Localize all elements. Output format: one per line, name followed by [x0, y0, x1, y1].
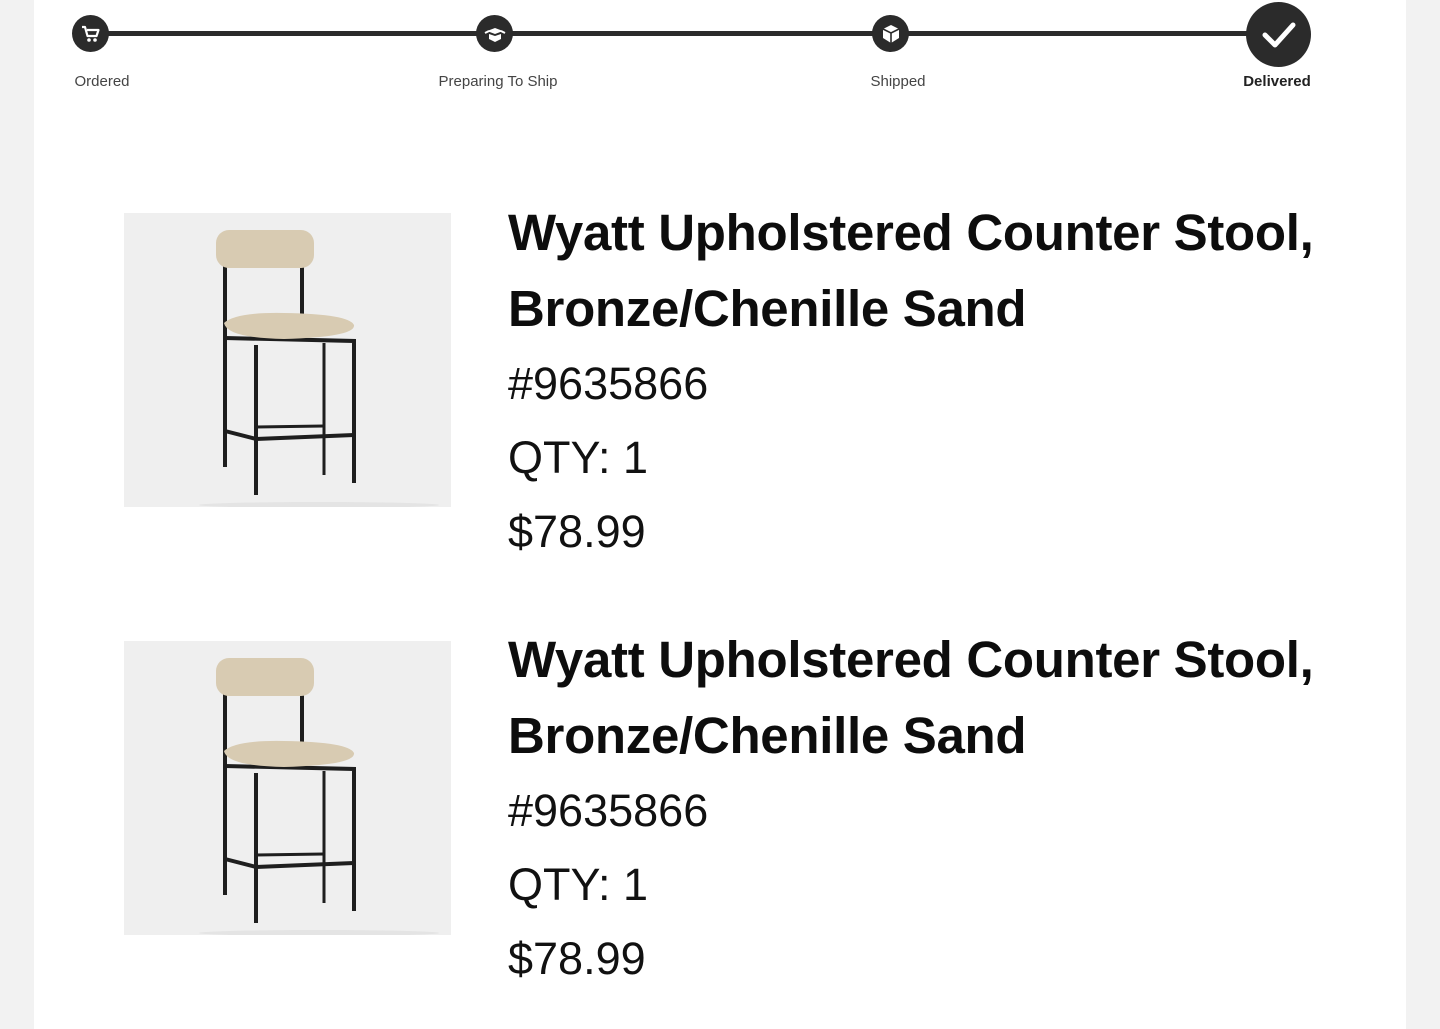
checkmark-icon: [1246, 2, 1311, 67]
item-price: $78.99: [508, 506, 646, 557]
counter-stool-image[interactable]: [124, 213, 451, 508]
item-title-line-1[interactable]: Wyatt Upholstered Counter Stool,: [508, 195, 1388, 271]
step-label: Ordered: [74, 73, 130, 90]
item-details: Wyatt Upholstered Counter Stool, Bronze/…: [508, 195, 1388, 569]
step-label: Shipped: [870, 73, 926, 90]
item-title-line-2[interactable]: Bronze/Chenille Sand: [508, 698, 1388, 774]
package-icon: [872, 15, 909, 52]
item-qty: QTY: 1: [508, 859, 649, 910]
item-sku: #9635866: [508, 785, 709, 836]
item-price: $78.99: [508, 933, 646, 984]
order-card: Ordered Preparing To Ship Shipped Delive…: [34, 0, 1406, 1029]
item-title-line-1[interactable]: Wyatt Upholstered Counter Stool,: [508, 622, 1388, 698]
tracker-line: [94, 31, 1279, 36]
cart-icon: [72, 15, 109, 52]
item-details: Wyatt Upholstered Counter Stool, Bronze/…: [508, 622, 1388, 996]
item-qty: QTY: 1: [508, 432, 649, 483]
step-label: Delivered: [1243, 73, 1311, 90]
order-status-tracker: Ordered Preparing To Ship Shipped Delive…: [34, 0, 1406, 110]
item-sku: #9635866: [508, 358, 709, 409]
counter-stool-image[interactable]: [124, 641, 451, 936]
step-label: Preparing To Ship: [438, 73, 558, 90]
box-open-icon: [476, 15, 513, 52]
item-title-line-2[interactable]: Bronze/Chenille Sand: [508, 271, 1388, 347]
